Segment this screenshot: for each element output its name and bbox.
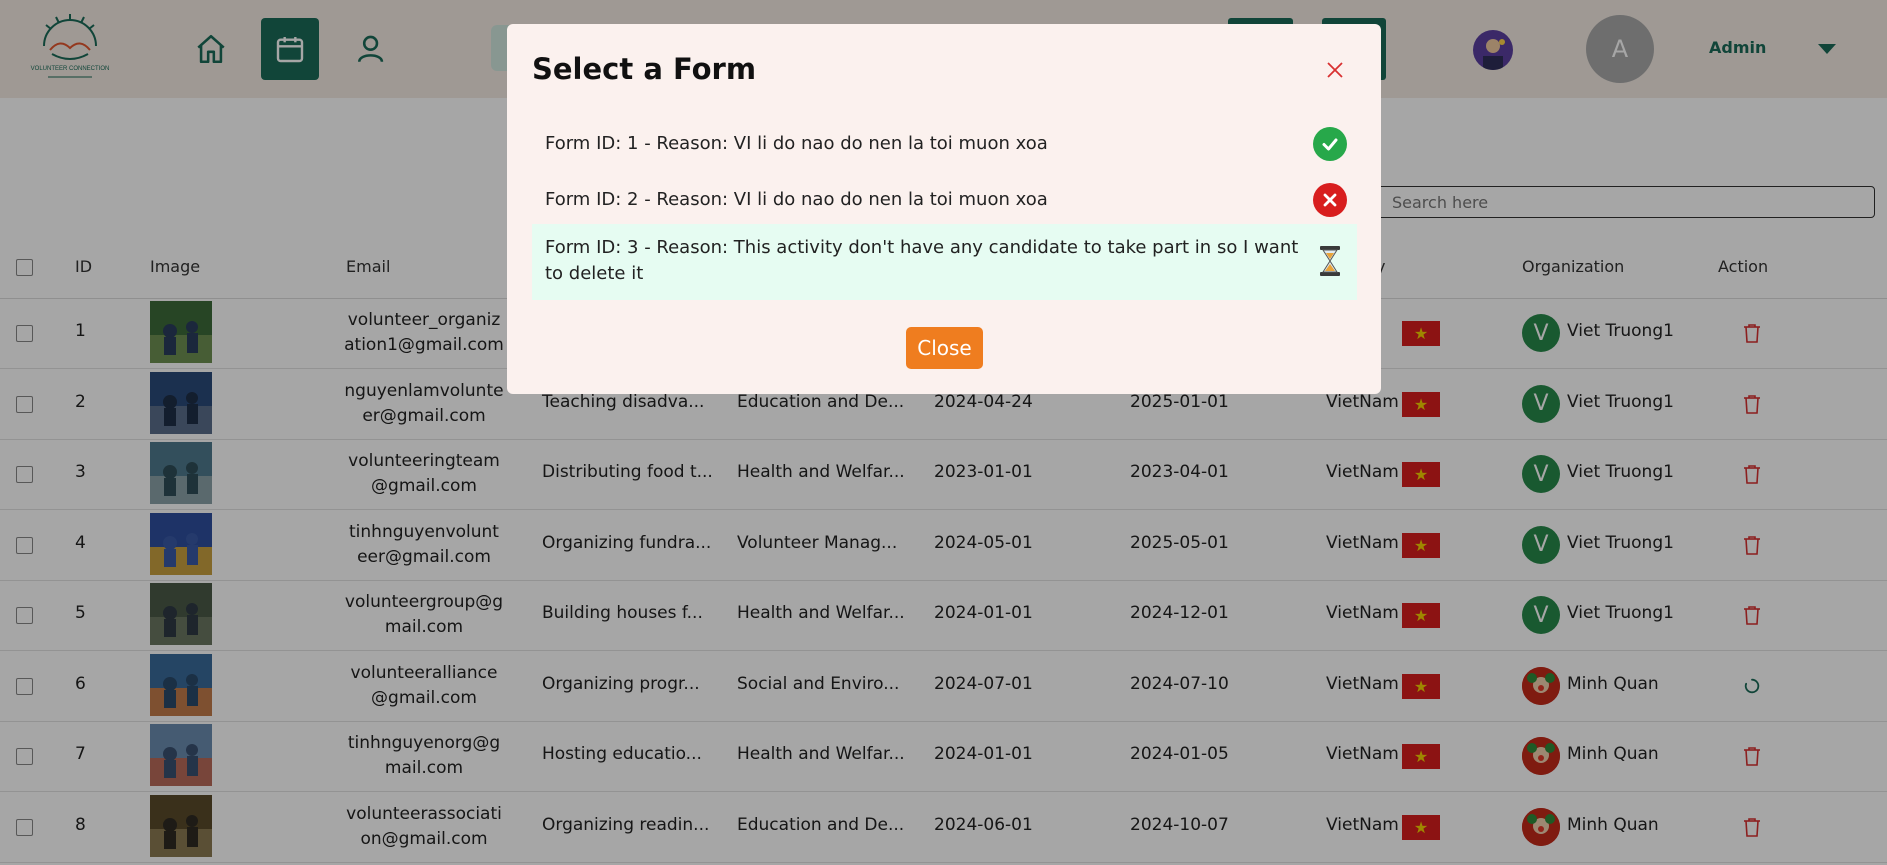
modal-title: Select a Form	[532, 52, 757, 86]
form-option-3[interactable]: Form ID: 3 - Reason: This activity don't…	[532, 224, 1357, 300]
form-option-text: Form ID: 3 - Reason: This activity don't…	[545, 237, 1299, 284]
close-icon[interactable]	[1325, 60, 1345, 80]
close-button[interactable]: Close	[906, 327, 983, 369]
form-option-2[interactable]: Form ID: 2 - Reason: VI li do nao do nen…	[532, 178, 1357, 222]
approved-check-icon	[1313, 127, 1347, 161]
form-option-text: Form ID: 2 - Reason: VI li do nao do nen…	[545, 189, 1048, 210]
rejected-x-icon	[1313, 183, 1347, 217]
select-form-modal: Select a Form Form ID: 1 - Reason: VI li…	[507, 24, 1381, 394]
form-option-text: Form ID: 1 - Reason: VI li do nao do nen…	[545, 133, 1048, 154]
form-option-1[interactable]: Form ID: 1 - Reason: VI li do nao do nen…	[532, 122, 1357, 166]
hourglass-pending-icon	[1313, 244, 1347, 278]
